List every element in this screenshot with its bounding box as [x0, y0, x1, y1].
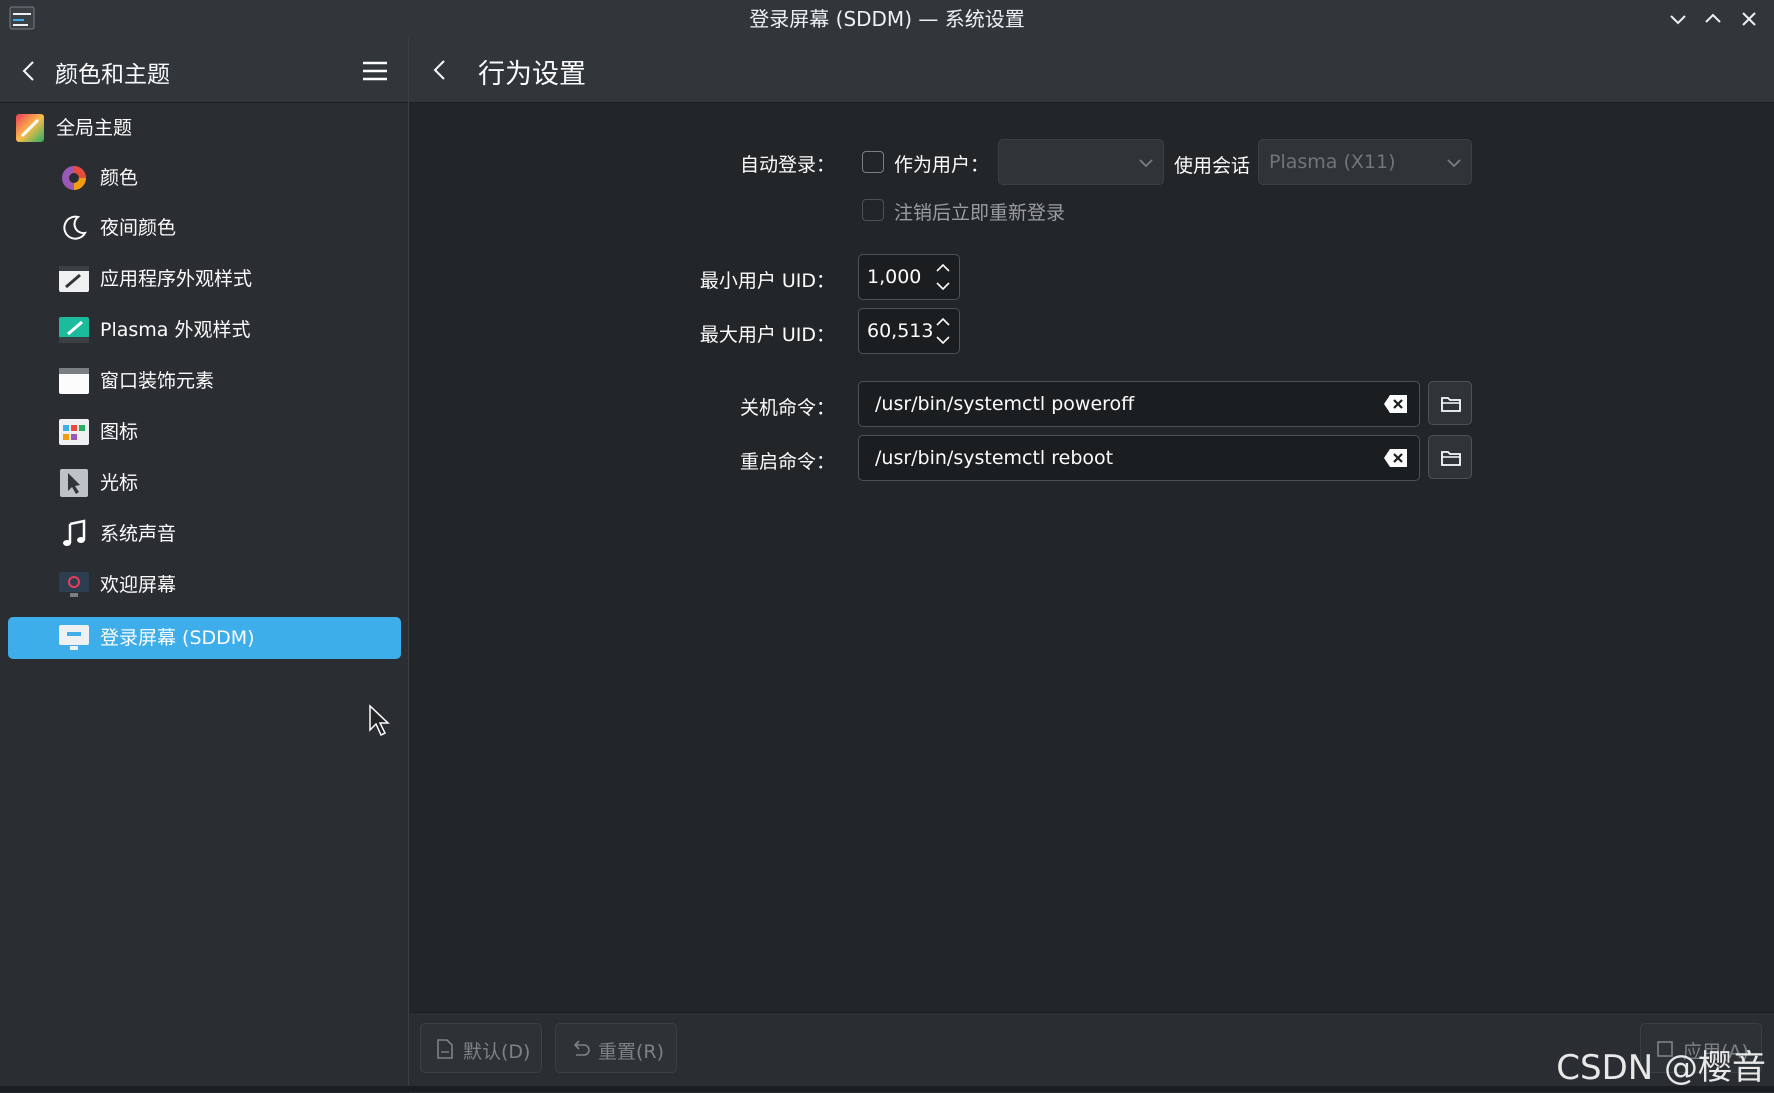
sidebar-item-label: 图标	[100, 421, 139, 443]
halt-command-label: 关机命令：	[739, 397, 835, 419]
defaults-label: 默认(D)	[463, 1041, 531, 1063]
clear-text-icon[interactable]	[1383, 447, 1409, 469]
sidebar-item-label: 登录屏幕 (SDDM)	[100, 627, 255, 649]
reboot-command-value: /usr/bin/systemctl reboot	[875, 447, 1114, 469]
sidebar-item-global-theme[interactable]: 全局主题	[8, 107, 401, 149]
sidebar-item-label: 全局主题	[56, 117, 133, 139]
chevron-left-icon	[433, 60, 445, 80]
cursor-icon	[60, 469, 88, 497]
global-theme-icon	[16, 114, 44, 142]
close-icon	[1742, 12, 1756, 26]
sidebar-item-label: Plasma 外观样式	[100, 319, 251, 341]
sidebar-item-night-color[interactable]: 夜间颜色	[8, 207, 401, 249]
reboot-command-input[interactable]: /usr/bin/systemctl reboot	[858, 435, 1420, 481]
halt-command-value: /usr/bin/systemctl poweroff	[875, 393, 1135, 415]
sidebar-item-login-screen[interactable]: 登录屏幕 (SDDM)	[8, 617, 401, 659]
max-uid-label: 最大用户 UID：	[699, 324, 835, 346]
sidebar-item-colors[interactable]: 颜色	[8, 157, 401, 199]
autologin-checkbox[interactable]	[862, 151, 884, 173]
sidebar-title: 颜色和主题	[55, 62, 170, 88]
bottom-edge	[0, 1086, 1774, 1092]
sidebar-item-label: 颜色	[100, 167, 139, 189]
folder-open-icon	[1441, 397, 1461, 412]
as-user-label: 作为用户：	[894, 154, 990, 176]
sidebar-item-cursors[interactable]: 光标	[8, 462, 401, 504]
reboot-command-browse-button[interactable]	[1428, 435, 1472, 479]
max-uid-value: 60,513	[867, 320, 934, 342]
defaults-button[interactable]: 默认(D)	[420, 1023, 542, 1073]
sidebar-item-label: 系统声音	[100, 523, 177, 545]
chevron-left-icon	[22, 61, 34, 81]
autologin-label: 自动登录：	[739, 154, 835, 176]
window-title: 登录屏幕 (SDDM) — 系统设置	[749, 7, 1025, 31]
page-title: 行为设置	[478, 59, 586, 90]
min-uid-value: 1,000	[867, 266, 922, 288]
sidebar-item-label: 欢迎屏幕	[100, 574, 177, 596]
music-note-icon	[63, 519, 86, 546]
session-label: 使用会话	[1174, 155, 1251, 177]
undo-icon	[573, 1040, 590, 1056]
back-button[interactable]	[14, 56, 44, 86]
session-combobox[interactable]: Plasma (X11)	[1258, 139, 1472, 185]
min-uid-spinbox[interactable]: 1,000	[858, 254, 960, 300]
sidebar-item-label: 窗口装饰元素	[100, 370, 215, 392]
spin-arrows-icon[interactable]	[933, 259, 953, 295]
hamburger-menu-button[interactable]	[359, 55, 391, 87]
splash-screen-icon	[59, 572, 89, 597]
sidebar-item-plasma-style[interactable]: Plasma 外观样式	[8, 309, 401, 351]
watermark: CSDN @樱音	[1556, 1048, 1766, 1088]
close-button[interactable]	[1736, 6, 1762, 32]
clear-text-icon[interactable]	[1383, 393, 1409, 415]
relogin-checkbox[interactable]	[862, 199, 884, 221]
max-uid-spinbox[interactable]: 60,513	[858, 308, 960, 354]
session-value: Plasma (X11)	[1269, 151, 1396, 173]
sidebar-item-label: 夜间颜色	[100, 217, 177, 239]
folder-open-icon	[1441, 451, 1461, 466]
plasma-style-icon	[59, 317, 89, 343]
relogin-label: 注销后立即重新登录	[894, 202, 1066, 224]
sidebar-item-label: 光标	[100, 472, 139, 494]
reboot-command-label: 重启命令：	[739, 451, 835, 473]
minimize-button[interactable]	[1665, 6, 1691, 32]
window-decoration-icon	[59, 368, 89, 394]
sidebar-item-splash-screen[interactable]: 欢迎屏幕	[8, 564, 401, 606]
night-color-icon	[63, 215, 87, 240]
chevron-down-icon	[1670, 15, 1686, 25]
sidebar-item-window-decorations[interactable]: 窗口装饰元素	[8, 360, 401, 402]
sidebar-item-icons[interactable]: 图标	[8, 411, 401, 453]
icons-icon	[59, 419, 89, 445]
spin-arrows-icon[interactable]	[933, 313, 953, 349]
page-back-button[interactable]	[425, 55, 455, 85]
halt-command-input[interactable]: /usr/bin/systemctl poweroff	[858, 381, 1420, 427]
app-style-icon	[59, 266, 89, 292]
sidebar-item-label: 应用程序外观样式	[100, 268, 253, 290]
hamburger-menu-icon	[363, 61, 387, 81]
color-wheel-icon	[62, 166, 86, 190]
autologin-user-combobox[interactable]	[998, 139, 1164, 185]
reset-button[interactable]: 重置(R)	[555, 1023, 677, 1073]
chevron-down-icon	[1139, 159, 1153, 168]
sidebar-item-system-sounds[interactable]: 系统声音	[8, 513, 401, 555]
reset-label: 重置(R)	[598, 1041, 665, 1063]
sidebar-item-app-style[interactable]: 应用程序外观样式	[8, 258, 401, 300]
login-screen-icon	[59, 625, 89, 650]
min-uid-label: 最小用户 UID：	[699, 270, 835, 292]
page-header	[409, 38, 1774, 103]
chevron-down-icon	[1447, 159, 1461, 168]
chevron-up-icon	[1705, 13, 1721, 23]
halt-command-browse-button[interactable]	[1428, 381, 1472, 425]
mouse-pointer-icon	[369, 704, 390, 737]
document-icon	[437, 1039, 453, 1059]
maximize-button[interactable]	[1700, 6, 1726, 32]
